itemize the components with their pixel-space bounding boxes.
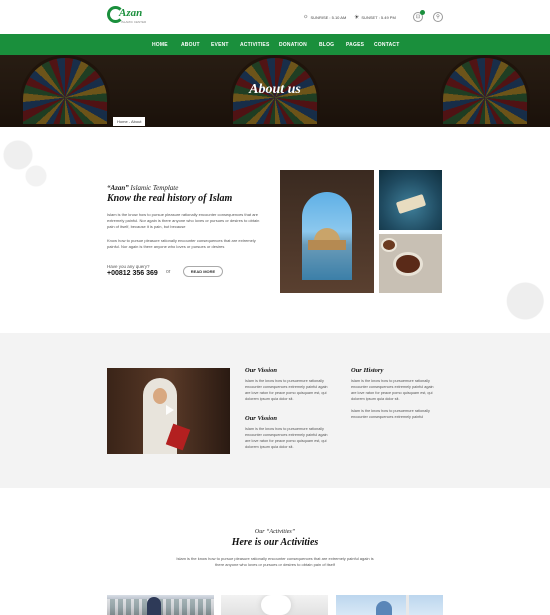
hero-banner: About us [0,55,550,127]
floral-decoration [488,270,550,332]
activities-text: Islam is the know how to pursue pleasure… [176,556,374,567]
sunrise-text: SUNRISE : 5.10 AM [310,14,347,20]
cart-button[interactable]: ⊡ [413,10,425,22]
search-button[interactable]: ⚲ [433,12,443,22]
sunrise-icon: ☼ [303,14,309,20]
nav-item-about[interactable]: ABOUT [181,42,200,48]
activities-subtitle: Our “Activities” [254,529,296,535]
breadcrumb[interactable]: Home - About [113,117,146,126]
activity-card-image[interactable] [221,595,328,615]
nav-item-blog[interactable]: BLOG [319,42,334,48]
play-icon[interactable] [162,403,176,417]
sunrise-info: ☼ SUNRISE : 5.10 AM [303,14,346,20]
logo-tagline: ISLAMIC CENTER [121,20,147,24]
or-separator: or [166,269,171,275]
about-title: Know the real history of Islam [107,193,233,204]
nav-item-event[interactable]: EVENT [211,42,229,48]
nav-item-home[interactable]: HOME [152,42,168,48]
vision-text: Islam is the know how to pursuemure rati… [245,427,328,449]
history-text: Islam is the know how to pursuemure rati… [351,409,430,419]
cart-icon: ⊡ [415,14,421,20]
activity-card-image[interactable] [107,595,214,615]
read-more-button[interactable]: READ MORE [183,266,223,277]
vision-section [0,333,550,488]
top-bar: Azan ISLAMIC CENTER ☼ SUNRISE : 5.10 AM … [0,0,550,34]
about-paragraph: Islam is the know how to pursue pleasure… [107,212,260,229]
vision-text: Islam is the know how to pursuemure rati… [245,379,328,401]
sunset-icon: ☀ [354,15,360,21]
history-text: Islam is the know how to pursuemure rati… [351,379,434,401]
about-subtitle: “Azan” Islamic Template [107,184,178,192]
about-subtitle-rest: Islamic Template [128,184,179,192]
quran-image [379,170,442,230]
vision-title: Our Vission [245,415,277,422]
main-nav: HOME ABOUT EVENT ACTIVITIES DONATION BLO… [0,34,550,55]
nav-item-activities[interactable]: ACTIVITIES [240,42,270,48]
search-icon: ⚲ [436,14,440,20]
floral-decoration [0,127,60,197]
sunset-text: SUNSET : 5.49 PM [361,15,396,20]
cart-badge [420,10,425,15]
query-label: Have you any query? [107,264,150,269]
activity-card-image[interactable] [336,595,443,615]
activities-title: Here is our Activities [231,537,319,548]
dates-image [379,234,442,293]
phone-number[interactable]: +00812 356 369 [107,270,158,277]
about-paragraph: Know how to pursue pleasure rationally e… [107,238,256,249]
history-title: Our History [351,367,384,374]
mosque-image [280,170,374,293]
vision-title: Our Vission [245,367,277,374]
nav-item-contact[interactable]: CONTACT [374,42,399,48]
nav-item-donation[interactable]: DONATION [279,42,307,48]
nav-item-pages[interactable]: PAGES [346,42,364,48]
about-subtitle-quote: “Azan” [107,184,129,192]
sunset-info: ☀ SUNSET : 5.49 PM [354,14,396,21]
page-title: About us [249,82,301,97]
logo[interactable]: Azan ISLAMIC CENTER [107,6,147,28]
logo-text: Azan [119,7,143,19]
